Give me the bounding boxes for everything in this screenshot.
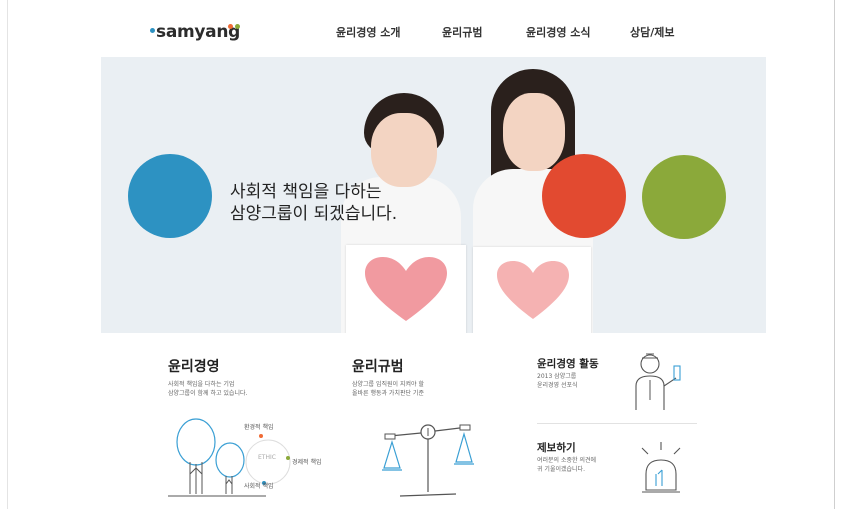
logo-dot-green <box>235 24 240 29</box>
code-section-desc: 삼양그룹 임직원이 지켜야 할 올바른 행동과 가치판단 기준 <box>352 380 424 398</box>
frame-edge-left <box>7 0 8 509</box>
heart-card-right <box>473 247 591 333</box>
nav-consult-report[interactable]: 상담/제보 <box>630 24 675 40</box>
ethics-desc-line1: 사회적 책임을 다하는 기업 <box>168 381 235 388</box>
nav-ethics-news[interactable]: 윤리경영 소식 <box>526 24 591 40</box>
activity-report-divider <box>537 423 697 424</box>
speaker-person-icon <box>635 353 681 410</box>
report-desc-line2: 귀 기울이겠습니다. <box>537 466 585 473</box>
activity-section-desc: 2013 삼양그룹 윤리경영 선포식 <box>537 372 578 390</box>
activity-section-title[interactable]: 윤리경영 활동 <box>537 356 599 371</box>
nav-ethics-code[interactable]: 윤리규범 <box>442 24 482 40</box>
hero-headline: 사회적 책임을 다하는 삼양그룹이 되겠습니다. <box>230 181 397 225</box>
code-desc-line1: 삼양그룹 임직원이 지켜야 할 <box>352 381 424 388</box>
activity-desc-line1: 2013 삼양그룹 <box>537 373 577 380</box>
hero-banner: 사회적 책임을 다하는 삼양그룹이 되겠습니다. <box>101 57 766 333</box>
diagram-label-environment: 환경적 책임 <box>244 424 274 431</box>
heart-icon <box>365 257 447 321</box>
ethics-section-desc: 사회적 책임을 다하는 기업 삼양그룹이 함께 하고 있습니다. <box>168 380 247 398</box>
hero-headline-line2: 삼양그룹이 되겠습니다. <box>230 204 398 224</box>
ethics-desc-line2: 삼양그룹이 함께 하고 있습니다. <box>168 390 248 397</box>
diagram-label-social: 사회적 책임 <box>244 483 274 490</box>
report-section-desc: 여러분의 소중한 의견에 귀 기울이겠습니다. <box>537 456 596 474</box>
report-desc-line1: 여러분의 소중한 의견에 <box>537 457 597 464</box>
logo-dot-orange <box>228 24 233 29</box>
report-section-title[interactable]: 제보하기 <box>537 440 576 455</box>
ethics-section-title[interactable]: 윤리경영 <box>168 356 220 376</box>
logo-dot-blue <box>150 28 155 33</box>
diagram-label-ethic: ETHIC <box>258 454 276 461</box>
diagram-label-economic: 경제적 책임 <box>292 459 322 466</box>
frame-edge-right <box>834 0 835 509</box>
heart-icon <box>497 261 569 319</box>
green-circle <box>642 155 726 239</box>
activity-desc-line2: 윤리경영 선포식 <box>537 382 578 389</box>
red-circle <box>542 154 626 238</box>
code-section-title[interactable]: 윤리규범 <box>352 356 404 376</box>
heart-card-left <box>346 245 466 333</box>
scale-icon <box>382 424 474 497</box>
code-desc-line2: 올바른 행동과 가치판단 기준 <box>352 390 424 397</box>
blue-circle <box>128 154 212 238</box>
hero-headline-line1: 사회적 책임을 다하는 <box>230 182 382 202</box>
siren-alarm-icon <box>641 442 681 493</box>
nav-ethics-intro[interactable]: 윤리경영 소개 <box>336 24 401 40</box>
